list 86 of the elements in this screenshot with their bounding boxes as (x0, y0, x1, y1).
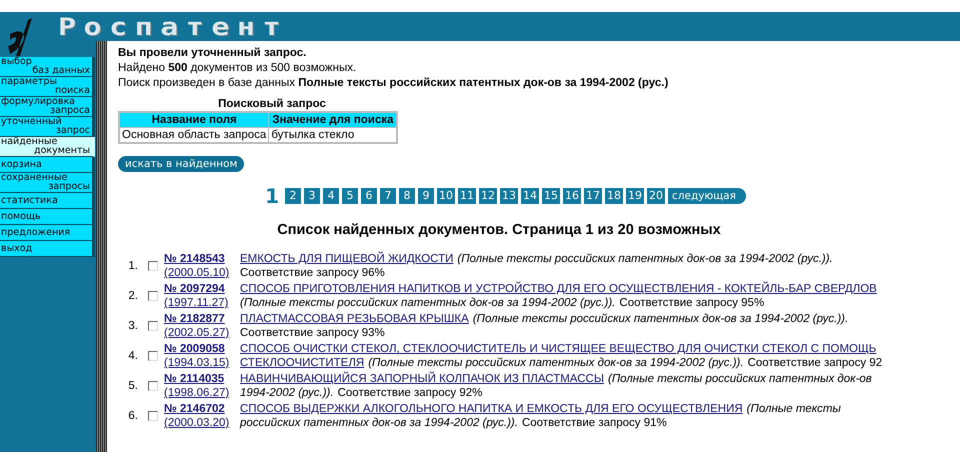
document-title-link[interactable]: СПОСОБ ОЧИСТКИ СТЕКОЛ, СТЕКЛООЧИСТИТЕЛЬ И ЧИСТЯЩЕЕ ВЕЩЕСТВО ДЛЯ ОЧИСТКИ СТЕКОЛ С ПОМОЩЬ (240, 342, 876, 356)
relevance-text: Соответствие запросу 96% (240, 266, 385, 280)
relevance-text: Соответствие запросу 91% (522, 416, 667, 430)
page-link[interactable]: 15 (542, 188, 560, 204)
patent-number-link[interactable]: № 2182877 (164, 312, 225, 326)
date-link[interactable]: (2002.05.27) (164, 326, 230, 340)
sidebar-item[interactable]: выход (0, 241, 95, 257)
document-title-link[interactable]: СПОСОБ ПРИГОТОВЛЕНИЯ НАПИТКОВ И УСТРОЙСТВО ДЛЯ ЕГО ОСУЩЕСТВЛЕНИЯ - КОКТЕЙЛЬ-БАР СВЕРДЛОВ (240, 282, 877, 296)
result-number: 1. (127, 259, 138, 274)
patent-number-link[interactable]: № 2146702 (164, 402, 225, 416)
patent-number-link[interactable]: № 2114035 (164, 372, 224, 386)
document-title-link[interactable]: НАВИНЧИВАЮЩИЙСЯ ЗАПОРНЫЙ КОЛПАЧОК ИЗ ПЛАСТМАССЫ (240, 372, 604, 386)
sidebar-item[interactable]: сохраненные запросы (0, 173, 95, 193)
page-link[interactable]: 11 (458, 188, 476, 204)
source-text: (Полные тексты российских патентных док-ов за 1994-2002 (рус.)). (368, 356, 744, 370)
page-link[interactable]: 16 (563, 188, 581, 204)
sidebar-item[interactable]: выбор баз данных (0, 57, 95, 77)
page-link[interactable]: 6 (361, 188, 377, 204)
sidebar-item[interactable]: найденные документы (0, 137, 95, 157)
checkbox[interactable] (148, 411, 158, 421)
source-text: (Полные тексты российских патентных док-ов за 1994-2002 (рус.)). (472, 312, 848, 326)
checkbox[interactable] (148, 321, 158, 331)
page-link[interactable]: 14 (521, 188, 539, 204)
sidebar-item[interactable]: статистика (0, 193, 95, 209)
relevance-text: Соответствие запросу 92% (338, 386, 482, 400)
document-title-link[interactable]: СПОСОБ ВЫДЕРЖКИ АЛКОГОЛЬНОГО НАПИТКА И ЕМКОСТЬ ДЛЯ ЕГО ОСУЩЕСТВЛЕНИЯ (240, 402, 743, 416)
document-title-link[interactable]: СТЕКЛООЧИСТИТЕЛЯ (240, 356, 364, 370)
checkbox[interactable] (148, 291, 158, 301)
column-header: Значение для поиска (268, 112, 398, 128)
sidebar-item[interactable]: предложения (0, 225, 95, 241)
patent-number-link[interactable]: № 2148543 (164, 252, 225, 266)
page-link[interactable]: 3 (304, 188, 320, 204)
source-text: 1994-2002 (рус.)). (240, 386, 334, 400)
page-link[interactable]: 20 (647, 188, 665, 204)
next-page-button[interactable]: следующая (668, 188, 746, 204)
page-link[interactable]: 7 (380, 188, 396, 204)
checkbox[interactable] (148, 381, 158, 391)
result-number: 3. (127, 319, 138, 334)
result-number: 2. (127, 289, 138, 304)
page-link[interactable]: 1 (262, 189, 282, 203)
source-text: (Полные тексты (746, 402, 841, 416)
patent-number-link[interactable]: № 2097294 (164, 282, 225, 296)
result-number: 6. (127, 409, 138, 424)
relevance-text: Соответствие запросу 92 (748, 356, 882, 370)
date-link[interactable]: (1994.03.15) (164, 356, 230, 370)
date-link[interactable]: (1997.11.27) (164, 296, 228, 310)
found-count-text: Найдено 500 документов из 500 возможных. (118, 61, 358, 76)
sidebar-item[interactable]: помощь (0, 209, 95, 225)
results-heading: Список найденных документов. Страница 1 из 20 возможных (276, 222, 722, 238)
search-in-results-button[interactable]: искать в найденном (118, 156, 244, 172)
source-text: (Полные тексты российских патентных док-ов за 1994-2002 (рус.)). (240, 296, 616, 310)
document-title-link[interactable]: ЕМКОСТЬ ДЛЯ ПИЩЕВОЙ ЖИДКОСТИ (240, 252, 454, 266)
date-link[interactable]: (1998.06.27) (164, 386, 230, 400)
checkbox[interactable] (148, 261, 158, 271)
relevance-text: Соответствие запросу 95% (619, 296, 764, 310)
page-link[interactable]: 8 (399, 188, 415, 204)
document-title-link[interactable]: ПЛАСТМАССОВАЯ РЕЗЬБОВАЯ КРЫШКА (240, 312, 469, 326)
page-link[interactable]: 13 (500, 188, 518, 204)
page-link[interactable]: 9 (418, 188, 434, 204)
sidebar-item[interactable]: корзина (0, 157, 95, 173)
sidebar-item[interactable]: параметры поиска (0, 77, 95, 97)
result-number: 5. (127, 379, 138, 394)
page-link[interactable]: 12 (479, 188, 497, 204)
table-caption: Поисковый запрос (217, 97, 327, 111)
relevance-text: Соответствие запросу 93% (240, 326, 385, 340)
page-link[interactable]: 5 (342, 188, 358, 204)
column-header: Название поля (119, 112, 269, 128)
result-number: 4. (127, 349, 138, 364)
page-link[interactable]: 18 (605, 188, 623, 204)
date-link[interactable]: (2000.05.10) (164, 266, 230, 280)
summary-title: Вы провели уточненный запрос. (118, 46, 308, 61)
patent-number-link[interactable]: № 2009058 (164, 342, 225, 356)
page-link[interactable]: 2 (285, 188, 301, 204)
page-link[interactable]: 4 (323, 188, 339, 204)
page-link[interactable]: 19 (626, 188, 644, 204)
source-text: (Полные тексты российских патентных док-ов за 1994-2002 (рус.)). (457, 252, 833, 266)
sidebar-item[interactable]: формулировка запроса (0, 97, 95, 117)
database-text: Поиск произведен в базе данных Полные тексты российских патентных док-ов за 1994-2002 (рус.) (118, 76, 670, 91)
sidebar-item[interactable]: уточненный запрос (0, 117, 95, 137)
checkbox[interactable] (148, 351, 158, 361)
page-link[interactable]: 10 (437, 188, 455, 204)
date-link[interactable]: (2000.03.20) (164, 416, 230, 430)
source-text: (Полные тексты российских патентных док-ов (608, 372, 872, 386)
source-text: российских патентных док-ов за 1994-2002 (рус.)). (240, 416, 518, 430)
page-link[interactable]: 17 (584, 188, 602, 204)
site-logo: Роспатент (58, 14, 288, 38)
